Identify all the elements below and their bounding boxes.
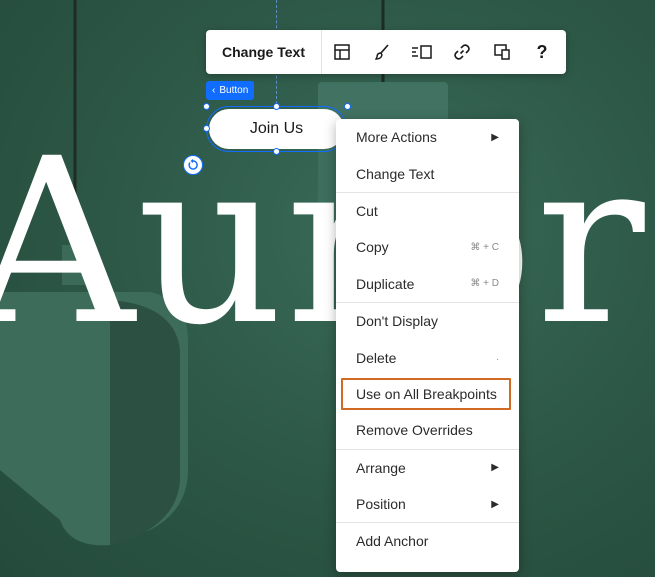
menu-item-label: Copy bbox=[356, 239, 389, 256]
menu-item-label: Cut bbox=[356, 202, 378, 219]
menu-group: More Actions ▶ Change Text bbox=[336, 119, 519, 193]
element-type-label: Button bbox=[219, 85, 249, 96]
menu-item-more-actions[interactable]: More Actions ▶ bbox=[336, 119, 519, 155]
chevron-right-icon: ▶ bbox=[491, 131, 499, 143]
canvas-background: Aurora bbox=[0, 0, 655, 577]
menu-item-delete[interactable]: Delete. bbox=[336, 339, 519, 375]
menu-group: Arrange ▶ Position ▶ bbox=[336, 450, 519, 524]
menu-group: Cut Copy ⌘ + C Duplicate ⌘ + D bbox=[336, 193, 519, 303]
menu-group: Don't Display Delete. Use on All Breakpoin… bbox=[336, 303, 519, 450]
rotate-handle[interactable] bbox=[183, 155, 203, 175]
menu-item-label: Use on All Breakpoints bbox=[356, 385, 497, 402]
hero-heading: Aurora bbox=[0, 109, 655, 375]
shortcut-hint: ⌘ + D bbox=[470, 278, 499, 290]
chevron-right-icon: ▶ bbox=[491, 498, 499, 510]
resize-handle-bottom[interactable] bbox=[273, 148, 280, 155]
join-us-button[interactable]: Join Us bbox=[209, 109, 344, 149]
resize-handle-left[interactable] bbox=[203, 125, 210, 132]
chevron-left-icon: ‹ bbox=[212, 85, 216, 96]
context-menu: More Actions ▶ Change Text Cut Copy ⌘ + C Dupl… bbox=[336, 119, 519, 572]
resize-handle-top-right[interactable] bbox=[344, 103, 351, 110]
menu-group: Add Anchor bbox=[336, 523, 519, 559]
menu-item-label: Add Anchor bbox=[356, 533, 429, 550]
menu-item-use-on-all-breakpoints[interactable]: Use on All Breakpoints bbox=[336, 376, 519, 412]
menu-item-cut[interactable]: Cut bbox=[336, 193, 519, 229]
help-icon[interactable]: ? bbox=[522, 30, 562, 74]
responsive-icon[interactable] bbox=[482, 30, 522, 74]
menu-item-position[interactable]: Position ▶ bbox=[336, 486, 519, 522]
link-icon[interactable] bbox=[442, 30, 482, 74]
menu-item-label: Position bbox=[356, 496, 406, 513]
menu-item-add-anchor[interactable]: Add Anchor bbox=[336, 523, 519, 559]
shortcut-hint: . bbox=[496, 352, 499, 364]
resize-handle-top[interactable] bbox=[273, 103, 280, 110]
element-type-tag[interactable]: ‹ Button bbox=[206, 81, 255, 100]
design-brush-icon[interactable] bbox=[362, 30, 402, 74]
change-text-button[interactable]: Change Text bbox=[206, 30, 322, 74]
menu-item-label: Duplicate bbox=[356, 275, 415, 292]
stretch-icon[interactable] bbox=[402, 30, 442, 74]
element-toolbar: Change Text ? bbox=[206, 30, 566, 74]
menu-item-label: More Actions bbox=[356, 129, 437, 146]
menu-item-label: Remove Overrides bbox=[356, 422, 473, 439]
menu-item-remove-overrides[interactable]: Remove Overrides bbox=[336, 412, 519, 448]
menu-item-duplicate[interactable]: Duplicate ⌘ + D bbox=[336, 266, 519, 302]
chevron-right-icon: ▶ bbox=[491, 462, 499, 474]
menu-item-change-text[interactable]: Change Text bbox=[336, 155, 519, 191]
menu-item-arrange[interactable]: Arrange ▶ bbox=[336, 450, 519, 486]
menu-item-label: Don't Display bbox=[356, 313, 439, 330]
menu-item-label: Change Text bbox=[356, 165, 435, 182]
menu-item-label: Arrange bbox=[356, 459, 406, 476]
menu-item-label: Delete bbox=[356, 349, 397, 366]
layout-icon[interactable] bbox=[322, 30, 362, 74]
shortcut-hint: ⌘ + C bbox=[470, 241, 499, 253]
menu-item-copy[interactable]: Copy ⌘ + C bbox=[336, 229, 519, 265]
resize-handle-top-left[interactable] bbox=[203, 103, 210, 110]
rotate-icon bbox=[188, 159, 198, 170]
menu-item-don-t-display[interactable]: Don't Display bbox=[336, 303, 519, 339]
